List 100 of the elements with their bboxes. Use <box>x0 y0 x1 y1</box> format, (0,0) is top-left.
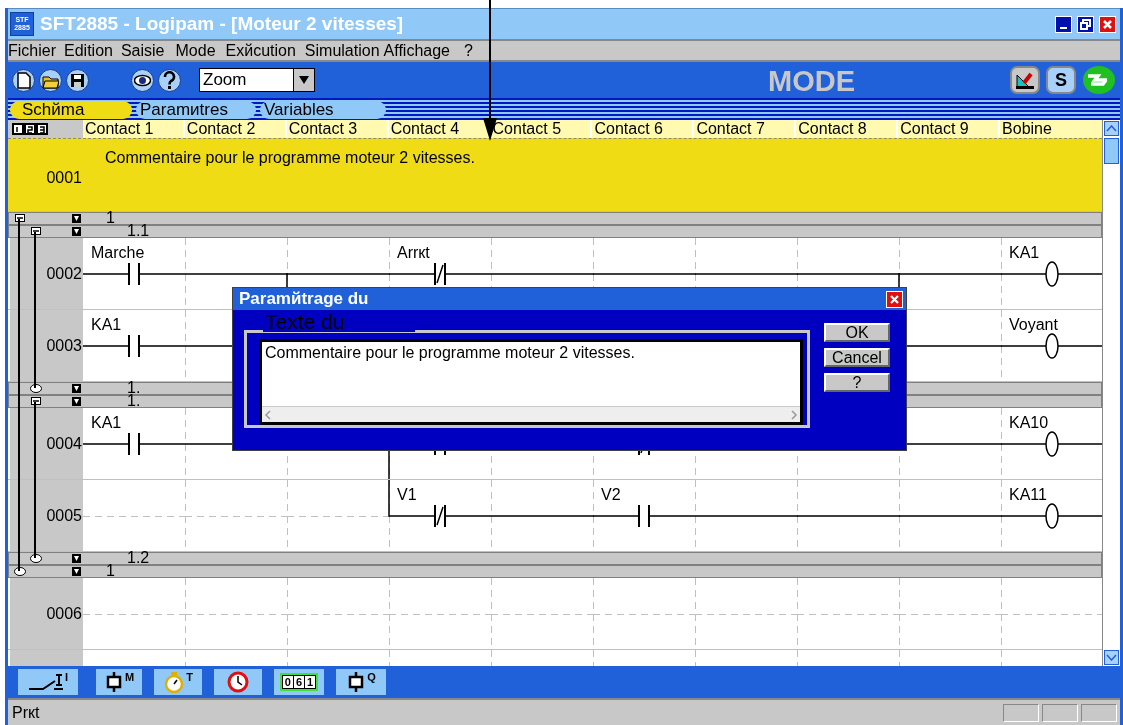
menu-item[interactable]: Affichage <box>383 41 454 60</box>
status-panel <box>1042 703 1078 722</box>
menu-item[interactable]: Exйcution <box>225 41 300 60</box>
minimize-icon <box>1060 26 1067 29</box>
group-label: 1 <box>106 210 115 226</box>
down-arrow-icon[interactable] <box>72 554 81 563</box>
end-node-icon <box>30 384 42 393</box>
cancel-button[interactable]: Cancel <box>824 348 890 367</box>
stopwatch-icon <box>163 671 186 693</box>
collapse-icon[interactable] <box>31 227 41 235</box>
group-label: 1.2 <box>127 550 150 566</box>
tab[interactable]: Variables <box>260 100 386 119</box>
tab[interactable]: Schйma <box>10 100 132 119</box>
column-header: Bobine <box>1000 120 1102 138</box>
menu-item[interactable]: Mode <box>175 41 220 60</box>
down-arrow-icon[interactable] <box>72 397 81 406</box>
column-header: Contact 7 <box>694 120 795 138</box>
column-header: Contact 1 <box>82 120 183 138</box>
text-area[interactable]: Commentaire pour le programme moteur 2 vitesses. <box>259 339 803 425</box>
down-arrow-icon[interactable] <box>72 214 81 223</box>
coil-label: KA11 <box>1009 486 1047 503</box>
column-header: Contact 5 <box>490 120 591 138</box>
column-header: Contact 3 <box>286 120 387 138</box>
group-bar[interactable]: 1.2 <box>8 552 1102 565</box>
clock-icon <box>227 671 249 693</box>
grid-view-icon[interactable] <box>12 123 48 135</box>
coil-label: KA1 <box>1009 244 1040 261</box>
timer-tool-button[interactable]: T <box>154 669 202 695</box>
rung-number: 0003 <box>8 310 83 381</box>
ok-button[interactable]: OK <box>824 323 890 342</box>
contact-label: KA1 <box>91 414 122 431</box>
contact-label: Arrкt <box>397 244 430 261</box>
help-button[interactable]: ? <box>824 373 890 392</box>
group-label: Texte du <box>263 312 415 333</box>
collapse-icon[interactable] <box>15 214 25 222</box>
help-button[interactable] <box>158 68 181 92</box>
set-square-icon <box>1015 71 1035 89</box>
column-header: Contact 6 <box>592 120 693 138</box>
close-icon <box>890 294 899 304</box>
end-node-icon <box>30 554 42 563</box>
counter-tool-button[interactable]: 0 6 1 <box>274 669 324 695</box>
group-bar[interactable]: 1.1 <box>8 225 1102 238</box>
mode-label: MODE <box>768 65 855 98</box>
clock-tool-button[interactable] <box>214 669 262 695</box>
collapse-icon[interactable] <box>31 397 41 405</box>
window-title: SFT2885 - Logipam - [Moteur 2 vitesses] <box>40 13 405 35</box>
relay-tool-button[interactable]: Q <box>336 669 386 695</box>
group-label: 1 <box>106 563 115 579</box>
comment-text: Commentaire pour le programme moteur 2 vitesses. <box>104 148 475 168</box>
menu-item[interactable]: ? <box>464 41 477 60</box>
group-label: 1.1 <box>127 223 150 239</box>
s-button[interactable]: S <box>1046 66 1076 94</box>
logo-icon[interactable] <box>1082 65 1116 95</box>
contact-label: KA1 <box>91 316 122 333</box>
page-icon <box>15 71 32 89</box>
rung-number: 0002 <box>8 238 83 309</box>
caret-icon <box>298 75 310 85</box>
open-folder-button[interactable] <box>39 68 62 92</box>
group-bar[interactable]: 1 <box>8 212 1102 225</box>
scroll-up-button[interactable] <box>1104 121 1119 136</box>
status-panel <box>1081 703 1117 722</box>
menu-item[interactable]: Saisie <box>120 41 169 60</box>
column-header: Contact 2 <box>184 120 285 138</box>
scroll-down-button[interactable] <box>1104 650 1119 665</box>
contact-tool-button[interactable]: I <box>18 669 78 695</box>
restore-icon <box>1080 18 1091 30</box>
close-button[interactable] <box>1099 15 1116 33</box>
group-bar[interactable]: 1 <box>8 565 1102 578</box>
contact-label: V2 <box>601 486 621 503</box>
coil-label: Voyant <box>1009 316 1058 333</box>
scrollbar-thumb[interactable] <box>1104 138 1119 164</box>
new-file-button[interactable] <box>12 68 35 92</box>
zoom-dropdown[interactable]: Zoom <box>199 68 315 92</box>
drawing-tool-button[interactable] <box>1010 66 1040 94</box>
comment-row[interactable]: 0001 Commentaire pour le programme moteur 2 vitesses. <box>8 138 1102 212</box>
switch-icon <box>27 672 64 692</box>
relay-tool-button[interactable]: M <box>96 669 142 695</box>
menu-item[interactable]: Simulation <box>304 41 384 60</box>
restore-button[interactable] <box>1077 15 1094 33</box>
status-text: Prкt <box>12 703 41 722</box>
contact-label: V1 <box>397 486 417 503</box>
minimize-button[interactable] <box>1055 15 1072 33</box>
close-icon <box>1102 18 1113 30</box>
column-header: Contact 9 <box>898 120 999 138</box>
menu-item[interactable]: Edition <box>64 41 117 60</box>
status-panel <box>1003 703 1039 722</box>
view-button[interactable] <box>131 68 154 92</box>
down-arrow-icon[interactable] <box>72 227 81 236</box>
column-header: Contact 4 <box>388 120 489 138</box>
group-label: 1. <box>127 393 141 409</box>
rung-number: 0005 <box>8 480 83 551</box>
down-arrow-icon[interactable] <box>72 567 81 576</box>
save-button[interactable] <box>66 68 89 92</box>
contact-label: Marche <box>91 244 145 261</box>
menu-item[interactable]: Fichier <box>8 41 60 60</box>
down-arrow-icon[interactable] <box>72 384 81 393</box>
end-node-icon <box>14 567 26 576</box>
counter-display: 0 6 1 <box>279 673 319 691</box>
tab[interactable]: Paramиtres <box>136 100 256 119</box>
rung-number: 0006 <box>8 578 83 649</box>
